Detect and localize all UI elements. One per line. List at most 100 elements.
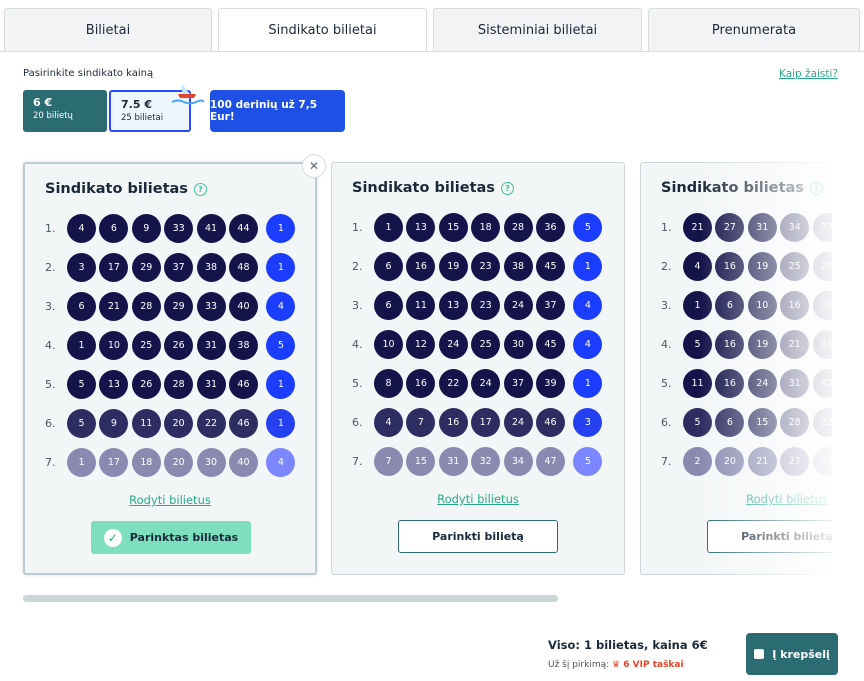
vip-prefix: Už šį pirkimą: <box>548 660 610 670</box>
tab-divider <box>0 51 864 52</box>
number-ball: 17 <box>99 252 129 282</box>
ticket-row: 1. 4 6 9 33 41 44 1 <box>45 213 299 243</box>
number-ball: 7 <box>374 446 403 476</box>
vip-points-info: Už šį pirkimą: ♛ 6 VIP taškai <box>548 660 684 670</box>
number-ball: 4 <box>67 213 96 243</box>
help-icon[interactable]: ? <box>193 182 207 196</box>
number-ball: 40 <box>228 447 258 477</box>
ticket-card[interactable]: Sindikato bilietas? 1. 1 13 15 18 28 36 5 2. 6 16 19… <box>331 162 625 575</box>
carousel-scrollbar[interactable] <box>23 595 558 602</box>
show-tickets-link[interactable]: Rodyti bilietus <box>641 492 832 506</box>
number-ball: 28 <box>780 407 810 437</box>
bonus-number-ball: 1 <box>266 408 296 438</box>
check-icon: ✓ <box>103 528 122 547</box>
number-ball: 5 <box>683 407 712 437</box>
bonus-number-ball: 3 <box>573 407 603 437</box>
number-ball: 19 <box>747 329 777 359</box>
number-ball: 10 <box>99 330 129 360</box>
number-ball: 30 <box>812 290 832 320</box>
bonus-number-ball: 4 <box>266 291 296 321</box>
ticket-row: 7. 7 15 31 32 34 47 5 <box>352 446 606 476</box>
ticket-row: 6. 5 9 11 20 22 46 1 <box>45 408 299 438</box>
number-ball: 31 <box>438 446 468 476</box>
number-ball: 10 <box>747 290 777 320</box>
tab-tickets[interactable]: Bilietai <box>4 8 212 52</box>
row-number: 7. <box>661 454 672 468</box>
number-ball: 25 <box>780 251 810 281</box>
show-tickets-link[interactable]: Rodyti bilietus <box>332 492 624 506</box>
number-ball: 9 <box>131 213 161 243</box>
number-ball: 37 <box>164 252 194 282</box>
ticket-row: 4. 5 16 19 21 41 <box>661 329 832 359</box>
bonus-number-ball: 1 <box>266 252 296 282</box>
number-ball: 3 <box>67 252 96 282</box>
number-ball: 34 <box>503 446 533 476</box>
bonus-number-ball: 4 <box>573 290 603 320</box>
row-number: 3. <box>661 298 672 312</box>
ticket-row: 2. 3 17 29 37 38 48 1 <box>45 252 299 282</box>
row-number: 1. <box>352 220 363 234</box>
number-ball: 42 <box>812 368 832 398</box>
number-ball: 29 <box>131 252 161 282</box>
number-ball: 8 <box>374 368 403 398</box>
add-to-cart-button[interactable]: Į krepšelį <box>746 633 838 675</box>
ticket-carousel[interactable]: Sindikato bilietas? 1. 4 6 9 33 41 44 1 2. 3 17 29 37… <box>0 150 832 590</box>
tab-system-tickets[interactable]: Sisteminiai bilietai <box>433 8 642 52</box>
card-title: Sindikato bilietas? <box>661 180 823 196</box>
number-ball: 17 <box>99 447 129 477</box>
tab-subscription[interactable]: Prenumerata <box>648 8 860 52</box>
number-ball: 37 <box>812 212 832 242</box>
select-ticket-button[interactable]: Parinkti bilietą <box>398 520 558 553</box>
number-ball: 31 <box>196 369 226 399</box>
number-ball: 38 <box>503 251 533 281</box>
row-number: 6. <box>352 415 363 429</box>
bonus-number-ball: 1 <box>266 369 296 399</box>
how-to-play-link[interactable]: Kaip žaisti? <box>779 68 838 80</box>
select-ticket-button[interactable]: Parinkti bilietą <box>707 520 832 553</box>
number-ball: 16 <box>406 368 436 398</box>
number-ball: 30 <box>196 447 226 477</box>
price-value: 6 € <box>33 96 53 109</box>
ticket-row: 4. 1 10 25 26 31 38 5 <box>45 330 299 360</box>
number-ball: 11 <box>406 290 436 320</box>
number-ball: 13 <box>438 290 468 320</box>
number-ball: 21 <box>683 212 712 242</box>
row-number: 5. <box>661 376 672 390</box>
help-icon[interactable]: ? <box>809 181 823 195</box>
number-ball: 10 <box>374 329 403 359</box>
number-ball: 46 <box>228 408 258 438</box>
card-title-text: Sindikato bilietas <box>352 180 495 196</box>
price-option-6[interactable]: 6 € 20 bilietų <box>23 90 107 132</box>
ticket-card[interactable]: Sindikato bilietas? 1. 4 6 9 33 41 44 1 2. 3 17 29 37… <box>23 162 317 575</box>
number-ball: 1 <box>67 447 96 477</box>
number-ball: 45 <box>535 251 565 281</box>
show-tickets-link[interactable]: Rodyti bilietus <box>25 493 315 507</box>
number-ball: 1 <box>67 330 96 360</box>
row-number: 1. <box>45 221 56 235</box>
number-ball: 24 <box>438 329 468 359</box>
boat-icon <box>171 84 204 105</box>
number-ball: 29 <box>164 291 194 321</box>
help-icon[interactable]: ? <box>500 181 514 195</box>
number-ball: 31 <box>747 212 777 242</box>
number-ball: 21 <box>747 446 777 476</box>
ticket-row: 6. 5 6 15 28 32 <box>661 407 832 437</box>
button-label: Parinkti bilietą <box>432 530 524 543</box>
number-ball: 16 <box>715 251 745 281</box>
ticket-selected-button[interactable]: ✓ Parinktas bilietas <box>91 521 251 554</box>
close-icon[interactable]: ✕ <box>302 154 326 178</box>
ticket-row: 6. 4 7 16 17 24 46 3 <box>352 407 606 437</box>
price-pick-label: Pasirinkite sindikato kainą <box>23 68 154 79</box>
tab-syndicate-tickets[interactable]: Sindikato bilietai <box>218 8 427 52</box>
number-ball: 28 <box>503 212 533 242</box>
row-number: 7. <box>45 455 56 469</box>
number-ball: 23 <box>471 290 501 320</box>
number-ball: 28 <box>164 369 194 399</box>
number-ball: 11 <box>131 408 161 438</box>
vip-points: 6 VIP taškai <box>623 660 684 670</box>
number-ball: 17 <box>471 407 501 437</box>
number-ball: 20 <box>715 446 745 476</box>
number-ball: 27 <box>715 212 745 242</box>
number-ball: 32 <box>471 446 501 476</box>
ticket-card[interactable]: Sindikato bilietas? 1. 21 27 31 34 37 2. 4 16 19 25… <box>640 162 832 575</box>
